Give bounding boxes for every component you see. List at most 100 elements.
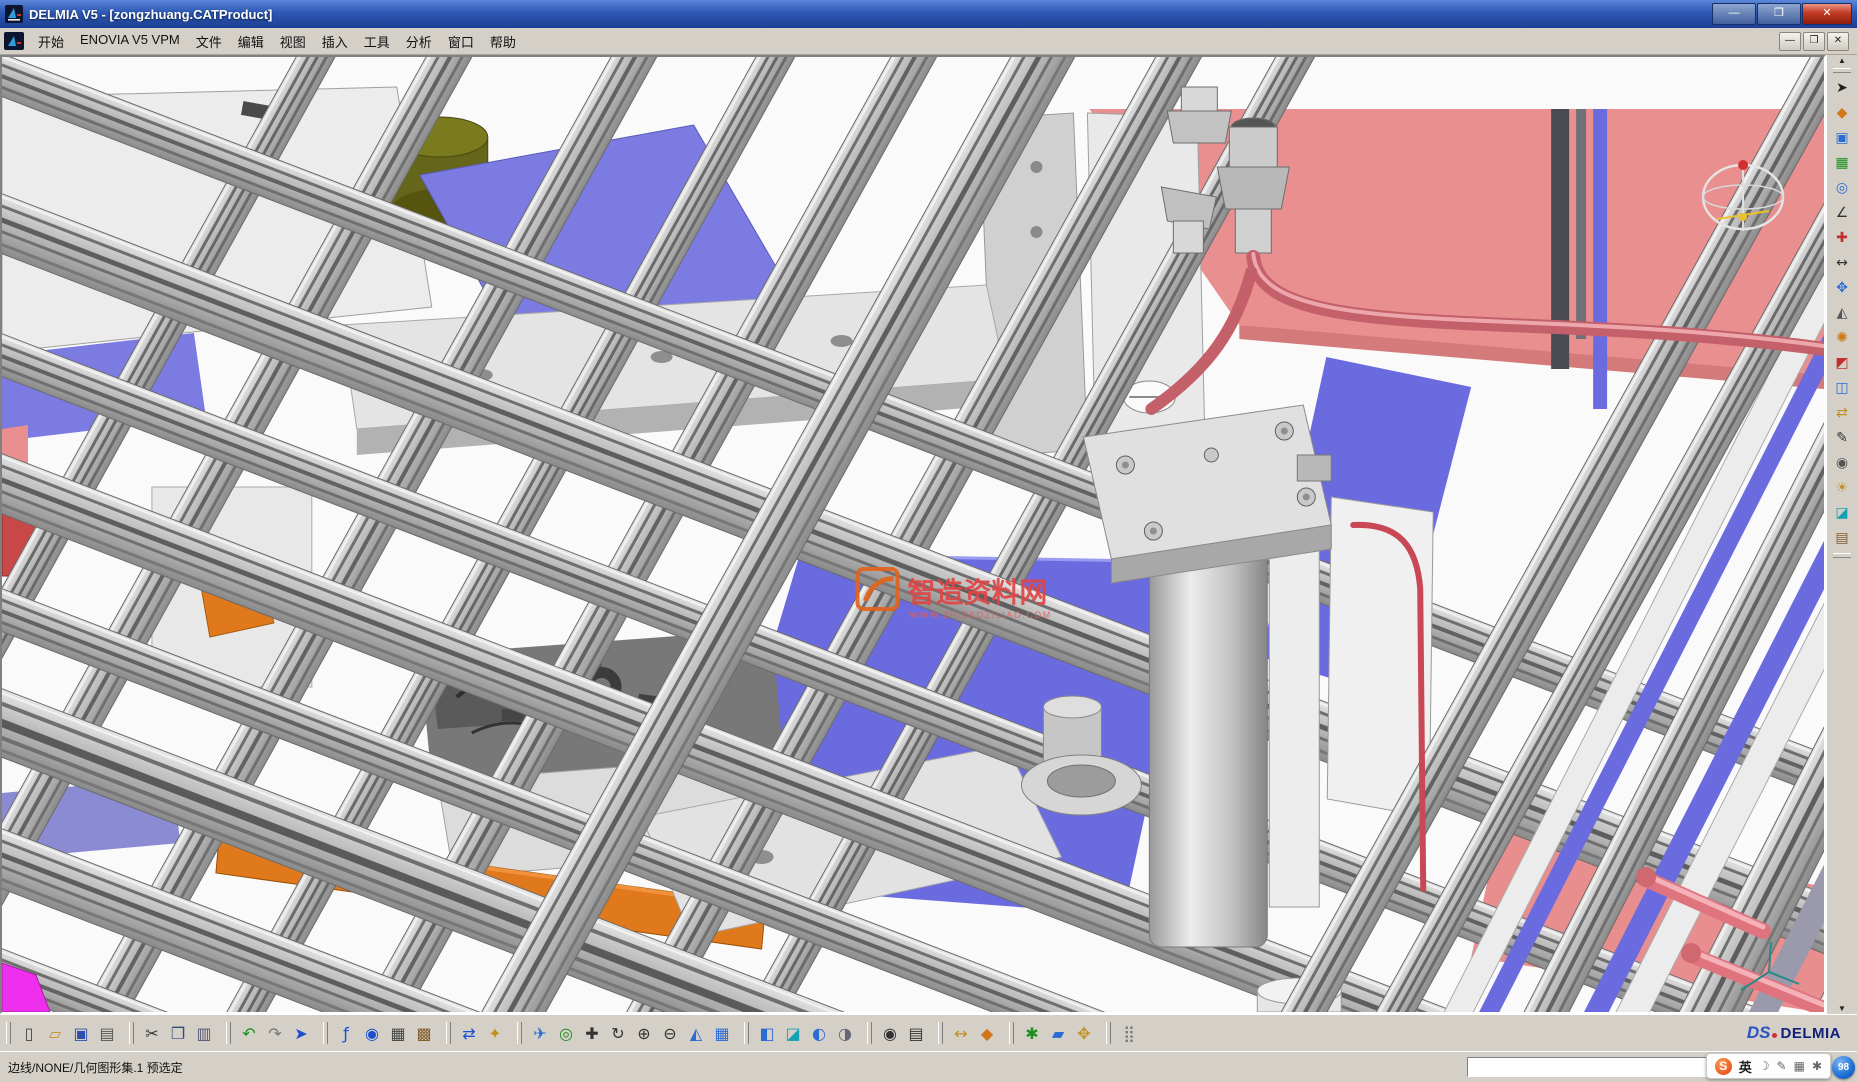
- fix-constraint-button[interactable]: ✚: [1830, 226, 1854, 250]
- formula-button[interactable]: ƒ: [333, 1020, 359, 1046]
- 3d-viewport[interactable]: 智造资料网 WWW.ZHIZAOZILIAO.COM: [0, 55, 1826, 1014]
- menu-item-insert[interactable]: 插入: [314, 29, 356, 54]
- data-exchange-button[interactable]: ⇄: [456, 1020, 482, 1046]
- mass-properties-button[interactable]: ◆: [974, 1020, 1000, 1046]
- tray-badge[interactable]: 98: [1832, 1056, 1855, 1079]
- mdi-close-button[interactable]: ✕: [1827, 32, 1849, 51]
- erase-button[interactable]: ▰: [1045, 1020, 1071, 1046]
- menu-item-file[interactable]: 文件: [188, 29, 230, 54]
- print-button[interactable]: ▤: [94, 1020, 120, 1046]
- toolbar-grip[interactable]: [446, 1022, 451, 1044]
- toolbar-grip[interactable]: [938, 1022, 943, 1044]
- quick-capture-button[interactable]: ◉: [877, 1020, 903, 1046]
- toolbar-grip[interactable]: [744, 1022, 749, 1044]
- undo-button[interactable]: ↶: [236, 1020, 262, 1046]
- context-help-button[interactable]: ➤: [288, 1020, 314, 1046]
- zoom-out-button[interactable]: ⊖: [657, 1020, 683, 1046]
- sectioning-button[interactable]: ◫: [1830, 376, 1854, 400]
- multi-view-button[interactable]: ▦: [709, 1020, 735, 1046]
- toolbar-grip[interactable]: [1833, 553, 1851, 558]
- menu-item-enovia-v5-vpm[interactable]: ENOVIA V5 VPM: [72, 29, 188, 54]
- clash-analysis-button[interactable]: ◩: [1830, 351, 1854, 375]
- paste-button[interactable]: ▥: [191, 1020, 217, 1046]
- toolbar-grip[interactable]: [226, 1022, 231, 1044]
- sogou-logo-icon[interactable]: S: [1715, 1058, 1732, 1075]
- toolbar-grip[interactable]: [1009, 1022, 1014, 1044]
- ime-keyboard-icon[interactable]: ▦: [1794, 1059, 1805, 1073]
- fit-all-in-button[interactable]: ◎: [553, 1020, 579, 1046]
- angle-constraint-button[interactable]: ∠: [1830, 201, 1854, 225]
- save-button[interactable]: ▣: [68, 1020, 94, 1046]
- catalog-button[interactable]: ▤: [1830, 526, 1854, 550]
- copy-button[interactable]: ❐: [165, 1020, 191, 1046]
- workbench-button[interactable]: ◆: [1830, 101, 1854, 125]
- apply-material-icon: ◪: [1835, 505, 1848, 521]
- redo-button[interactable]: ↷: [262, 1020, 288, 1046]
- coincidence-constraint-button[interactable]: ◎: [1830, 176, 1854, 200]
- update-button[interactable]: ✱: [1019, 1020, 1045, 1046]
- manipulate-button[interactable]: ◭: [1830, 301, 1854, 325]
- menu-item-window[interactable]: 窗口: [440, 29, 482, 54]
- new-file-button[interactable]: ▯: [16, 1020, 42, 1046]
- menu-item-analysis[interactable]: 分析: [398, 29, 440, 54]
- window-minimize-button[interactable]: —: [1712, 3, 1756, 25]
- ime-toolbar[interactable]: S 英 ☽ ✎ ▦ ✱: [1706, 1053, 1831, 1079]
- ime-moon-icon[interactable]: ☽: [1759, 1059, 1770, 1073]
- shading-mode-icon: ◪: [785, 1024, 800, 1043]
- open-file-button[interactable]: ▱: [42, 1020, 68, 1046]
- measure-between-button[interactable]: ⇄: [1830, 401, 1854, 425]
- hide-show-button[interactable]: ◐: [806, 1020, 832, 1046]
- menu-item-edit[interactable]: 编辑: [230, 29, 272, 54]
- camera-button[interactable]: ◉: [1830, 451, 1854, 475]
- rotate-button[interactable]: ↻: [605, 1020, 631, 1046]
- catalog-browser-button[interactable]: ▩: [411, 1020, 437, 1046]
- iso-view-button[interactable]: ◧: [754, 1020, 780, 1046]
- cut-button[interactable]: ✂: [139, 1020, 165, 1046]
- window-close-button[interactable]: ✕: [1802, 3, 1852, 25]
- move-tool-button[interactable]: ↔: [1830, 251, 1854, 275]
- toolbar-grip[interactable]: [323, 1022, 328, 1044]
- menu-item-view[interactable]: 视图: [272, 29, 314, 54]
- shading-mode-button[interactable]: ◪: [780, 1020, 806, 1046]
- window-maximize-button[interactable]: ❐: [1757, 3, 1801, 25]
- toolbar-grip[interactable]: [867, 1022, 872, 1044]
- measure-button[interactable]: ↔: [948, 1020, 974, 1046]
- insert-part-button[interactable]: ▣: [1830, 126, 1854, 150]
- toolbar-scroll-down-icon[interactable]: ▼: [1838, 1004, 1846, 1013]
- toolbar-grip[interactable]: [517, 1022, 522, 1044]
- knowledge-inspector-button[interactable]: ◉: [359, 1020, 385, 1046]
- design-table-button[interactable]: ▦: [385, 1020, 411, 1046]
- explode-button[interactable]: ✺: [1830, 326, 1854, 350]
- insert-product-button[interactable]: ▦: [1830, 151, 1854, 175]
- mdi-minimize-button[interactable]: —: [1779, 32, 1801, 51]
- light-source-button[interactable]: ☀: [1830, 476, 1854, 500]
- toolbar-scroll-up-icon[interactable]: ▲: [1838, 56, 1846, 65]
- toolbar-grip[interactable]: [1833, 68, 1851, 73]
- ime-settings-icon[interactable]: ✱: [1812, 1059, 1822, 1073]
- toolbar-grip[interactable]: [1106, 1022, 1111, 1044]
- customize-button[interactable]: ⣿: [1116, 1020, 1142, 1046]
- menu-item-help[interactable]: 帮助: [482, 29, 524, 54]
- toolbar-grip[interactable]: [6, 1022, 11, 1044]
- normal-view-button[interactable]: ◭: [683, 1020, 709, 1046]
- toolbar-grip[interactable]: [129, 1022, 134, 1044]
- pan-button[interactable]: ✚: [579, 1020, 605, 1046]
- menu-item-tools[interactable]: 工具: [356, 29, 398, 54]
- knowledgeware-icon: ✥: [1077, 1024, 1090, 1043]
- context-help-icon: ➤: [294, 1024, 307, 1043]
- apply-material-button[interactable]: ◪: [1830, 501, 1854, 525]
- ime-language-toggle[interactable]: 英: [1739, 1057, 1752, 1076]
- knowledgeware-button[interactable]: ✥: [1071, 1020, 1097, 1046]
- album-button[interactable]: ▤: [903, 1020, 929, 1046]
- menu-item-start[interactable]: 开始: [30, 29, 72, 54]
- swap-visible-space-button[interactable]: ◑: [832, 1020, 858, 1046]
- zoom-in-button[interactable]: ⊕: [631, 1020, 657, 1046]
- ime-pen-icon[interactable]: ✎: [1777, 1059, 1787, 1073]
- publication-button[interactable]: ✦: [482, 1020, 508, 1046]
- fly-mode-button[interactable]: ✈: [527, 1020, 553, 1046]
- select-tool-button[interactable]: ➤: [1830, 76, 1854, 100]
- annotation-button[interactable]: ✎: [1830, 426, 1854, 450]
- mdi-restore-button[interactable]: ❐: [1803, 32, 1825, 51]
- camera-icon: ◉: [1836, 455, 1848, 471]
- snap-tool-button[interactable]: ✥: [1830, 276, 1854, 300]
